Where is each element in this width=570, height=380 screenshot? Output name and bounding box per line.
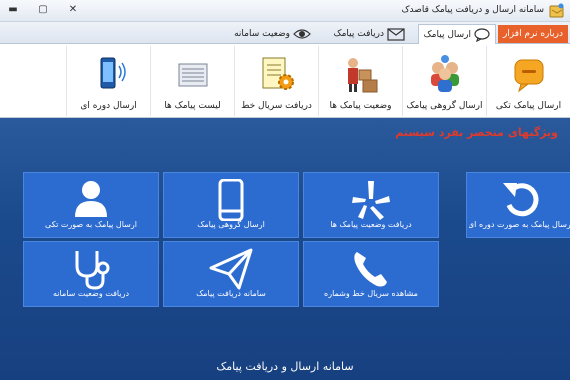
ribbon-periodic-send-button[interactable]: ارسال دوره ای [66, 46, 150, 116]
ribbon-label: لیست پیامک ها [164, 101, 221, 111]
tile-single-sms[interactable]: ارسال پیامک به صورت تکی [23, 172, 159, 238]
user-icon [75, 181, 107, 217]
paper-plane-icon [209, 248, 253, 290]
tile-label: مشاهده سریال خط وشماره [324, 289, 418, 298]
window-title: سامانه ارسال و دریافت پیامک قاصدک [401, 5, 544, 15]
ribbon-line-serial-button[interactable]: دریافت سریال خط [234, 46, 318, 116]
ribbon-tabs: درباره نرم افزار ارسال پیامک دریافت پیام… [0, 22, 570, 44]
ribbon-label: ارسال دوره ای [80, 101, 137, 111]
notepad-gear-icon [262, 57, 294, 90]
tile-label: ارسال پیامک به صورت دوره ای [469, 220, 570, 229]
tile-label: دریافت وضعیت پیامک ها [330, 220, 412, 229]
inbox-list-icon [178, 63, 208, 87]
ribbon-label: ارسال پیامک تکی [495, 101, 562, 111]
slogan-text: ویژگیهای منحصر بفرد سیستم [395, 126, 558, 139]
footer-title: سامانه ارسال و دریافت پیامک [216, 360, 354, 373]
tab-send-label: ارسال پیامک [423, 29, 471, 40]
dashboard-panel: ویژگیهای منحصر بفرد سیستم ارسال پیامک به… [0, 118, 570, 380]
courier-boxes-icon [348, 58, 378, 93]
close-icon[interactable]: ✕ [66, 4, 80, 16]
refresh-icon [503, 183, 539, 217]
ribbon-label: دریافت سریال خط [241, 101, 312, 111]
stethoscope-icon [75, 251, 110, 290]
tile-label: سامانه دریافت پیامک [196, 289, 266, 298]
ribbon-panel: ارسال پیامک تکی ارسال گروهی پیامک وضعیت … [0, 44, 570, 118]
tile-system-status[interactable]: دریافت وضعیت سامانه [23, 241, 159, 307]
chat-icon [474, 27, 490, 42]
group-people-icon [431, 55, 459, 92]
tab-about[interactable]: درباره نرم افزار [497, 25, 568, 43]
tab-about-label: درباره نرم افزار [502, 29, 563, 39]
app-logo-icon [549, 3, 564, 18]
ribbon-label: ارسال گروهی پیامک [406, 101, 483, 111]
eye-icon [293, 29, 311, 39]
tile-label: ارسال گروهی پیامک [197, 220, 265, 229]
ribbon-label: وضعیت پیامک ها [329, 101, 392, 111]
title-bar: ▬ ▢ ✕ سامانه ارسال و دریافت پیامک قاصدک [0, 0, 570, 22]
tab-status-label: وضعیت سامانه [234, 29, 290, 39]
tile-sms-status[interactable]: دریافت وضعیت پیامک ها [303, 172, 439, 238]
maximize-icon[interactable]: ▢ [36, 4, 50, 16]
ribbon-sms-status-button[interactable]: وضعیت پیامک ها [318, 46, 402, 116]
ribbon-sms-list-button[interactable]: لیست پیامک ها [150, 46, 234, 116]
tile-label: ارسال پیامک به صورت تکی [45, 220, 137, 229]
envelope-icon [387, 27, 405, 41]
yelp-burst-icon [352, 181, 390, 220]
minimize-icon[interactable]: ▬ [6, 4, 20, 16]
tile-receive-sms[interactable]: سامانه دریافت پیامک [163, 241, 299, 307]
chat-bubble-icon [514, 59, 544, 93]
mobile-signal-icon [100, 57, 126, 89]
tab-receive[interactable]: دریافت پیامک [329, 24, 410, 44]
tab-status[interactable]: وضعیت سامانه [229, 24, 316, 44]
phone-handset-icon [354, 252, 387, 287]
tab-send[interactable]: ارسال پیامک [417, 24, 496, 44]
ribbon-single-sms-button[interactable]: ارسال پیامک تکی [486, 46, 570, 116]
tile-periodic-sms[interactable]: ارسال پیامک به صورت دوره ای [466, 172, 570, 238]
tile-label: دریافت وضعیت سامانه [52, 289, 130, 298]
ribbon-group-sms-button[interactable]: ارسال گروهی پیامک [402, 46, 486, 116]
tile-group-sms[interactable]: ارسال گروهی پیامک [163, 172, 299, 238]
mobile-phone-icon [218, 179, 244, 221]
tab-receive-label: دریافت پیامک [333, 29, 384, 39]
tile-line-serial[interactable]: مشاهده سریال خط وشماره [303, 241, 439, 307]
